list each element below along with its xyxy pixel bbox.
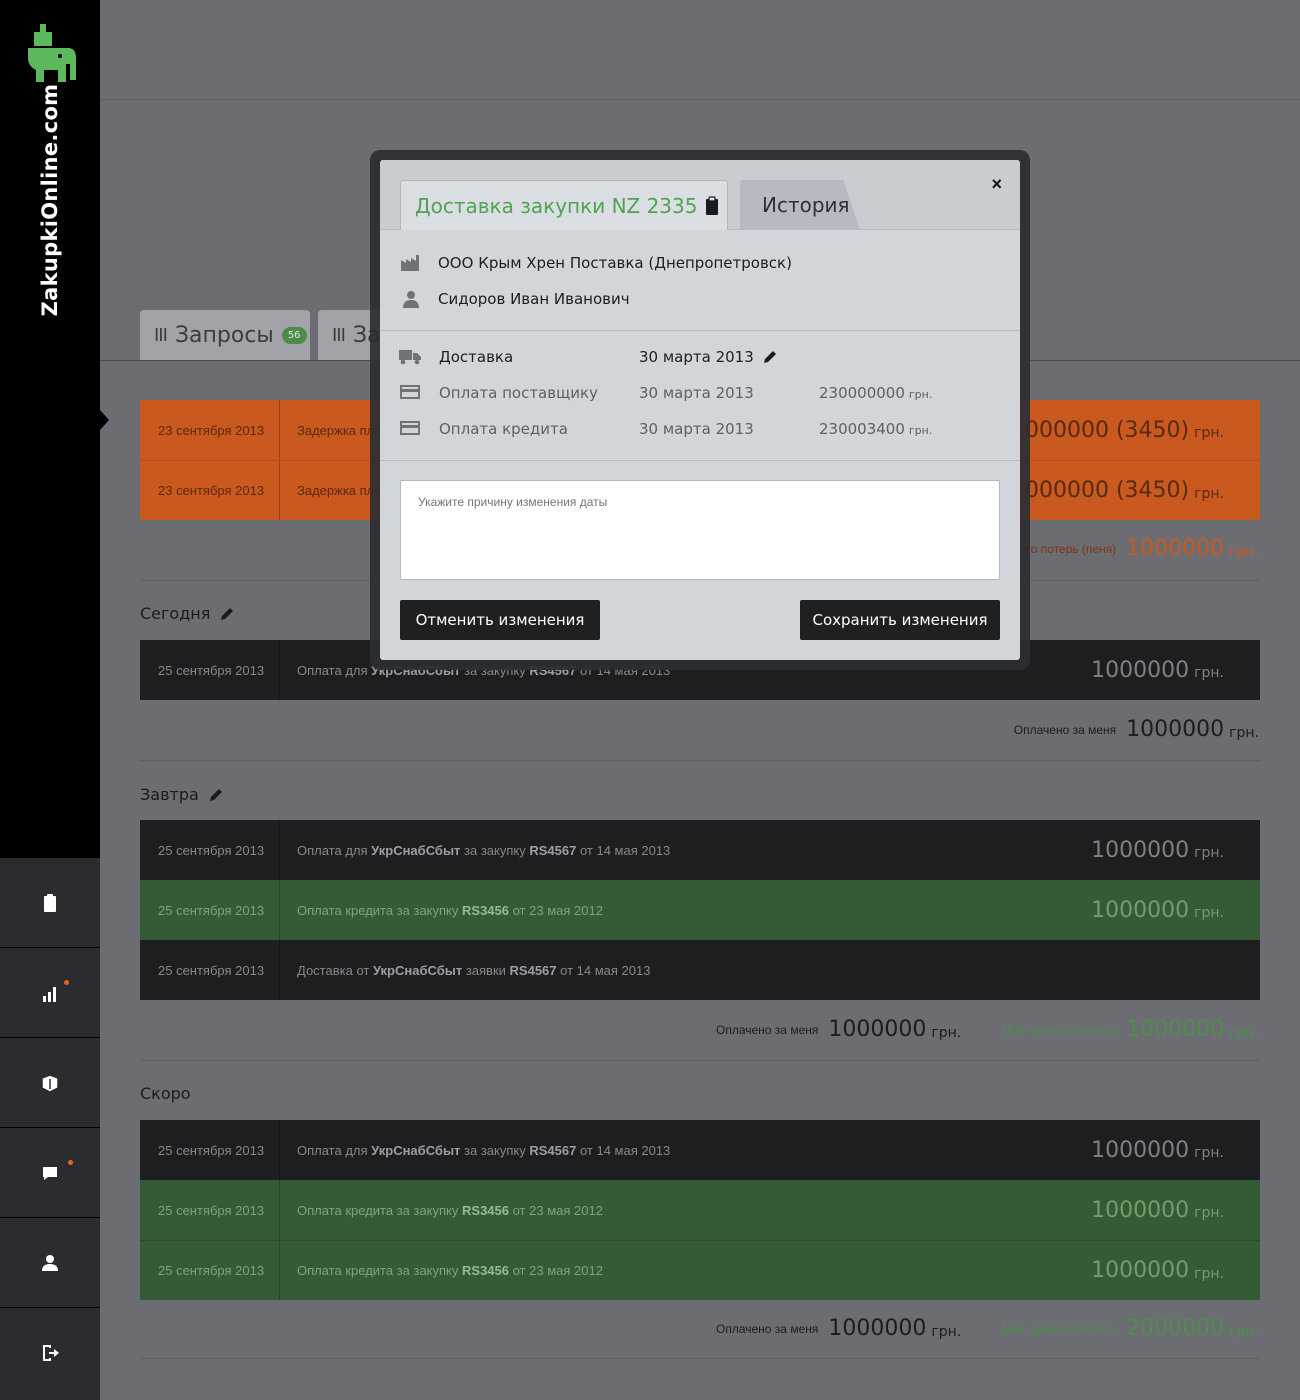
- active-indicator: [100, 410, 109, 430]
- table-row[interactable]: 25 сентября 2013 Оплата кредита за закуп…: [140, 1240, 1260, 1300]
- tab-label: Запросы: [174, 322, 274, 348]
- reason-textarea[interactable]: [400, 480, 1000, 580]
- row-date: 25 сентября 2013: [140, 820, 280, 880]
- catalog-icon: [41, 1073, 59, 1093]
- logout-icon: [43, 1345, 59, 1361]
- schedule-row-supplier-payment: Оплата поставщику 30 марта 2013 23000000…: [398, 380, 998, 406]
- sidebar: ZakupkiOnline.com: [0, 0, 109, 1400]
- schedule-row-delivery: Доставка 30 марта 2013: [398, 344, 998, 370]
- pencil-icon[interactable]: [762, 349, 778, 365]
- bar-chart-icon: [43, 986, 56, 1002]
- close-icon[interactable]: ×: [991, 174, 1002, 195]
- sidebar-item-catalog[interactable]: [0, 1038, 100, 1128]
- row-amount: 1000000 грн.: [1091, 1258, 1224, 1283]
- divider: [140, 1060, 1260, 1061]
- row-amount: 1000000 грн.: [1091, 897, 1224, 923]
- tab-history[interactable]: История: [740, 180, 860, 230]
- row-amount: 1000000 грн.: [1091, 1197, 1224, 1223]
- chat-icon: [43, 1166, 57, 1180]
- section-title-today: Сегодня: [140, 604, 235, 623]
- row-date: 25 сентября 2013: [140, 1180, 280, 1240]
- row-amount: 1000000 грн.: [1091, 657, 1224, 683]
- sidebar-item-messages[interactable]: [0, 1128, 100, 1218]
- clipboard-icon: [44, 893, 56, 912]
- clipboard-icon: [706, 195, 719, 215]
- row-date: 23 сентября 2013: [140, 400, 280, 460]
- top-bar: [100, 0, 1300, 100]
- soon-paid-summary: Оплачено за меня 1000000 грн.: [716, 1316, 962, 1341]
- divider: [140, 1358, 1260, 1359]
- table-row[interactable]: 25 сентября 2013 Оплата для УкрСнабСбыт …: [140, 820, 1260, 880]
- pencil-icon[interactable]: [219, 606, 235, 622]
- company-line: ООО Крым Хрен Поставка (Днепропетровск): [400, 254, 792, 272]
- table-row[interactable]: 25 сентября 2013 Доставка от УкрСнабСбыт…: [140, 940, 1260, 1000]
- user-icon: [42, 1254, 58, 1271]
- schedule-row-credit-payment: Оплата кредита 30 марта 2013 230003400 гр…: [398, 416, 998, 442]
- soon-due-summary: Мне нужно оплатить 2000000 грн.: [1001, 1316, 1259, 1341]
- divider: [380, 330, 1020, 331]
- sidebar-nav: [0, 858, 100, 1400]
- delivery-modal: Доставка закупки NZ 2335 История × ООО К…: [380, 160, 1020, 660]
- row-date: 25 сентября 2013: [140, 880, 280, 940]
- table-row[interactable]: 25 сентября 2013 Оплата для УкрСнабСбыт …: [140, 1120, 1260, 1180]
- person-name: Сидоров Иван Иванович: [438, 290, 630, 308]
- row-amount: 1000000 грн.: [1091, 1137, 1224, 1163]
- row-amount: 1000000 грн.: [1091, 837, 1224, 863]
- row-date: 25 сентября 2013: [140, 640, 280, 700]
- section-title-soon: Скоро: [140, 1084, 191, 1103]
- table-row[interactable]: 25 сентября 2013 Оплата кредита за закуп…: [140, 1180, 1260, 1240]
- user-icon: [403, 291, 419, 308]
- credit-card-icon: [400, 385, 420, 399]
- sidebar-item-stats[interactable]: [0, 948, 100, 1038]
- logo-text[interactable]: ZakupkiOnline.com: [38, 84, 62, 317]
- notification-dot: [68, 1160, 73, 1165]
- section-title-tomorrow: Завтра: [140, 785, 224, 804]
- row-date: 25 сентября 2013: [140, 940, 280, 1000]
- row-date: 23 сентября 2013: [140, 461, 280, 520]
- row-amount: 1000000 (3450) грн.: [1011, 478, 1224, 503]
- tomorrow-due-summary: Мне нужно оплатить 1000000 грн.: [1001, 1017, 1259, 1042]
- elephant-logo-icon[interactable]: [24, 22, 80, 86]
- truck-icon: [399, 350, 421, 365]
- tab-requests[interactable]: III Запросы 56: [140, 310, 310, 360]
- notification-dot: [64, 980, 69, 985]
- company-name: ООО Крым Хрен Поставка (Днепропетровск): [438, 254, 792, 272]
- divider: [140, 760, 1260, 761]
- pencil-icon[interactable]: [208, 787, 224, 803]
- table-row[interactable]: 25 сентября 2013 Оплата кредита за закуп…: [140, 880, 1260, 940]
- tab-badge: 56: [281, 326, 307, 344]
- sidebar-item-profile[interactable]: [0, 1218, 100, 1308]
- tomorrow-paid-summary: Оплачено за меня 1000000 грн.: [716, 1017, 962, 1042]
- tab-delivery[interactable]: Доставка закупки NZ 2335: [400, 180, 728, 230]
- cancel-button[interactable]: Отменить изменения: [400, 600, 600, 640]
- overdue-summary: его потерь (пеня) 1000000 грн.: [1019, 536, 1259, 561]
- row-description: Доставка от УкрСнабСбыт заявки RS4567 от…: [297, 962, 651, 978]
- sidebar-item-logout[interactable]: [0, 1308, 100, 1398]
- row-date: 25 сентября 2013: [140, 1241, 280, 1300]
- modal-header: Доставка закупки NZ 2335 История ×: [380, 160, 1020, 230]
- save-button[interactable]: Сохранить изменения: [800, 600, 1000, 640]
- divider: [380, 460, 1020, 461]
- row-amount: 1000000 (3450) грн.: [1011, 417, 1224, 443]
- menu-lines-icon: III: [332, 324, 346, 346]
- row-date: 25 сентября 2013: [140, 1120, 280, 1180]
- factory-icon: [401, 255, 419, 271]
- menu-lines-icon: III: [154, 324, 168, 346]
- sidebar-item-purchases[interactable]: [0, 858, 100, 948]
- today-paid-summary: Оплачено за меня 1000000 грн.: [1013, 717, 1259, 742]
- credit-card-icon: [400, 421, 420, 435]
- person-line: Сидоров Иван Иванович: [400, 290, 630, 308]
